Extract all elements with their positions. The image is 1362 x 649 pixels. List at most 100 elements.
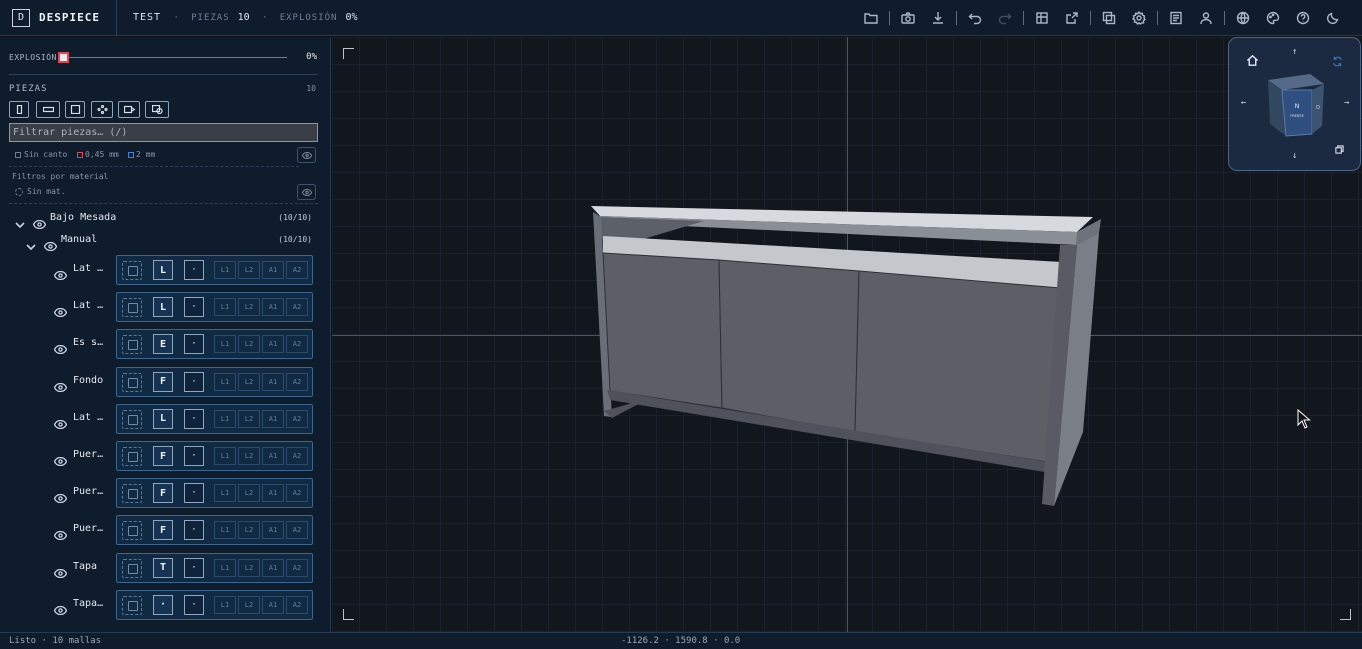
piece-type-badge[interactable]: T [153, 557, 173, 578]
piece-thumbnail[interactable] [122, 298, 142, 318]
edge-a2-toggle[interactable]: A2 [286, 447, 308, 465]
piece-card[interactable]: · · L1 L2 A1 A2 [116, 589, 313, 620]
edge-a1-toggle[interactable]: A1 [262, 298, 284, 317]
user-icon[interactable] [1191, 0, 1221, 36]
help-icon[interactable] [1288, 0, 1318, 36]
edge-l1-toggle[interactable]: L1 [214, 521, 236, 540]
perspective-toggle-icon[interactable] [1335, 145, 1344, 154]
arrow-left-icon[interactable]: ← [1241, 98, 1246, 108]
filter-pieces-input[interactable]: Filtrar piezas… (/) [9, 123, 318, 142]
piece-name[interactable]: Tapa [73, 561, 109, 572]
piece-material-badge[interactable]: · [184, 408, 204, 429]
piece-card[interactable]: T · L1 L2 A1 A2 [116, 552, 313, 583]
eye-icon[interactable] [53, 414, 68, 429]
edge-l2-toggle[interactable]: L2 [238, 298, 260, 317]
edge-l1-toggle[interactable]: L1 [214, 335, 236, 354]
piece-name[interactable]: Tapa sup [73, 598, 109, 609]
home-icon[interactable] [1246, 54, 1259, 67]
explosion-slider[interactable] [60, 57, 287, 58]
piece-thumbnail[interactable] [122, 409, 142, 429]
folder-icon[interactable] [856, 0, 886, 36]
piece-thumbnail[interactable] [122, 521, 142, 541]
settings-icon[interactable] [1124, 0, 1154, 36]
piece-material-badge[interactable]: · [184, 297, 204, 318]
explosion-slider-handle[interactable] [58, 52, 69, 63]
edge-a2-toggle[interactable]: A2 [286, 521, 308, 540]
eye-icon[interactable] [53, 377, 68, 392]
edge-l2-toggle[interactable]: L2 [238, 372, 260, 391]
piece-card[interactable]: L · L1 L2 A1 A2 [116, 292, 313, 323]
edge-l2-toggle[interactable]: L2 [238, 558, 260, 577]
piece-material-badge[interactable]: · [184, 594, 204, 615]
edge-a2-toggle[interactable]: A2 [286, 484, 308, 503]
edge-l1-toggle[interactable]: L1 [214, 558, 236, 577]
piece-thumbnail[interactable] [122, 447, 142, 466]
piece-name[interactable]: Lat Iz [73, 263, 109, 274]
edge-l1-toggle[interactable]: L1 [214, 298, 236, 317]
eye-icon[interactable] [53, 451, 68, 467]
edge-a1-toggle[interactable]: A1 [262, 447, 284, 465]
piece-type-badge[interactable]: E [153, 334, 173, 355]
piece-card[interactable]: E · L1 L2 A1 A2 [116, 329, 313, 360]
piece-name[interactable]: Fondo [73, 375, 109, 386]
edge-l1-toggle[interactable]: L1 [214, 484, 236, 503]
eye-icon[interactable] [32, 214, 47, 230]
piece-material-badge[interactable]: · [184, 446, 204, 466]
piece-name[interactable]: Es sup [73, 337, 109, 348]
piece-card[interactable]: F · L1 L2 A1 A2 [116, 515, 313, 546]
edge-l2-toggle[interactable]: L2 [238, 484, 260, 503]
piece-card[interactable]: F · L1 L2 A1 A2 [116, 441, 313, 471]
edge-l1-toggle[interactable]: L1 [214, 447, 236, 465]
camera-icon[interactable] [893, 0, 923, 36]
piece-card[interactable]: F · L1 L2 A1 A2 [116, 366, 313, 397]
edge-l1-toggle[interactable]: L1 [214, 595, 236, 614]
edge-a1-toggle[interactable]: A1 [262, 484, 284, 503]
edge-a2-toggle[interactable]: A2 [286, 595, 308, 614]
edge-l1-toggle[interactable]: L1 [214, 409, 236, 428]
arrow-down-icon[interactable]: ↓ [1292, 151, 1297, 161]
piece-card[interactable]: L · L1 L2 A1 A2 [116, 403, 313, 434]
piece-material-badge[interactable]: · [184, 371, 204, 392]
eye-icon[interactable] [53, 488, 68, 504]
theme-moon-icon[interactable] [1318, 0, 1348, 36]
filter-square-panel-button[interactable] [65, 101, 85, 118]
language-icon[interactable] [1228, 0, 1258, 36]
app-logo[interactable]: D DESPIECE [0, 0, 117, 36]
piece-card[interactable]: F · L1 L2 A1 A2 [116, 478, 313, 509]
piece-type-badge[interactable]: L [153, 297, 173, 318]
piece-name[interactable]: Puerta [73, 486, 109, 497]
edge-a2-toggle[interactable]: A2 [286, 261, 308, 279]
edge-a2-toggle[interactable]: A2 [286, 558, 308, 577]
piece-thumbnail[interactable] [122, 261, 142, 280]
edge-l1-toggle[interactable]: L1 [214, 261, 236, 279]
arrow-right-icon[interactable]: → [1344, 98, 1349, 108]
piece-type-badge[interactable]: L [153, 408, 173, 429]
filter-horizontal-panel-button[interactable] [36, 101, 60, 118]
eye-icon[interactable] [43, 236, 58, 252]
edge-l2-toggle[interactable]: L2 [238, 447, 260, 465]
project-name[interactable]: TEST [133, 12, 161, 23]
edge-l2-toggle[interactable]: L2 [238, 335, 260, 354]
filter-material-button[interactable] [145, 101, 169, 118]
piece-type-badge[interactable]: · [153, 594, 173, 615]
eye-icon[interactable] [53, 563, 68, 578]
edge-l2-toggle[interactable]: L2 [238, 521, 260, 540]
group-name[interactable]: Bajo Mesada [50, 212, 116, 223]
material-visibility-button[interactable] [297, 184, 316, 200]
piece-thumbnail[interactable] [122, 558, 142, 578]
cut-list-icon[interactable] [1027, 0, 1057, 36]
edge-a2-toggle[interactable]: A2 [286, 372, 308, 391]
piece-name[interactable]: Puerta [73, 523, 109, 534]
piece-type-badge[interactable]: F [153, 483, 173, 504]
edge-l1-toggle[interactable]: L1 [214, 372, 236, 391]
edge-a1-toggle[interactable]: A1 [262, 335, 284, 354]
eye-icon[interactable] [53, 265, 68, 281]
rotate-icon[interactable] [1332, 56, 1343, 67]
piece-name[interactable]: Lat In [73, 412, 109, 423]
duplicate-icon[interactable] [1094, 0, 1124, 36]
3d-viewport[interactable]: ↑ ↓ ← → N FRENTE D [332, 37, 1362, 632]
edge-a1-toggle[interactable]: A1 [262, 261, 284, 279]
eye-icon[interactable] [53, 302, 68, 318]
download-icon[interactable] [923, 0, 953, 36]
edge-a1-toggle[interactable]: A1 [262, 595, 284, 614]
